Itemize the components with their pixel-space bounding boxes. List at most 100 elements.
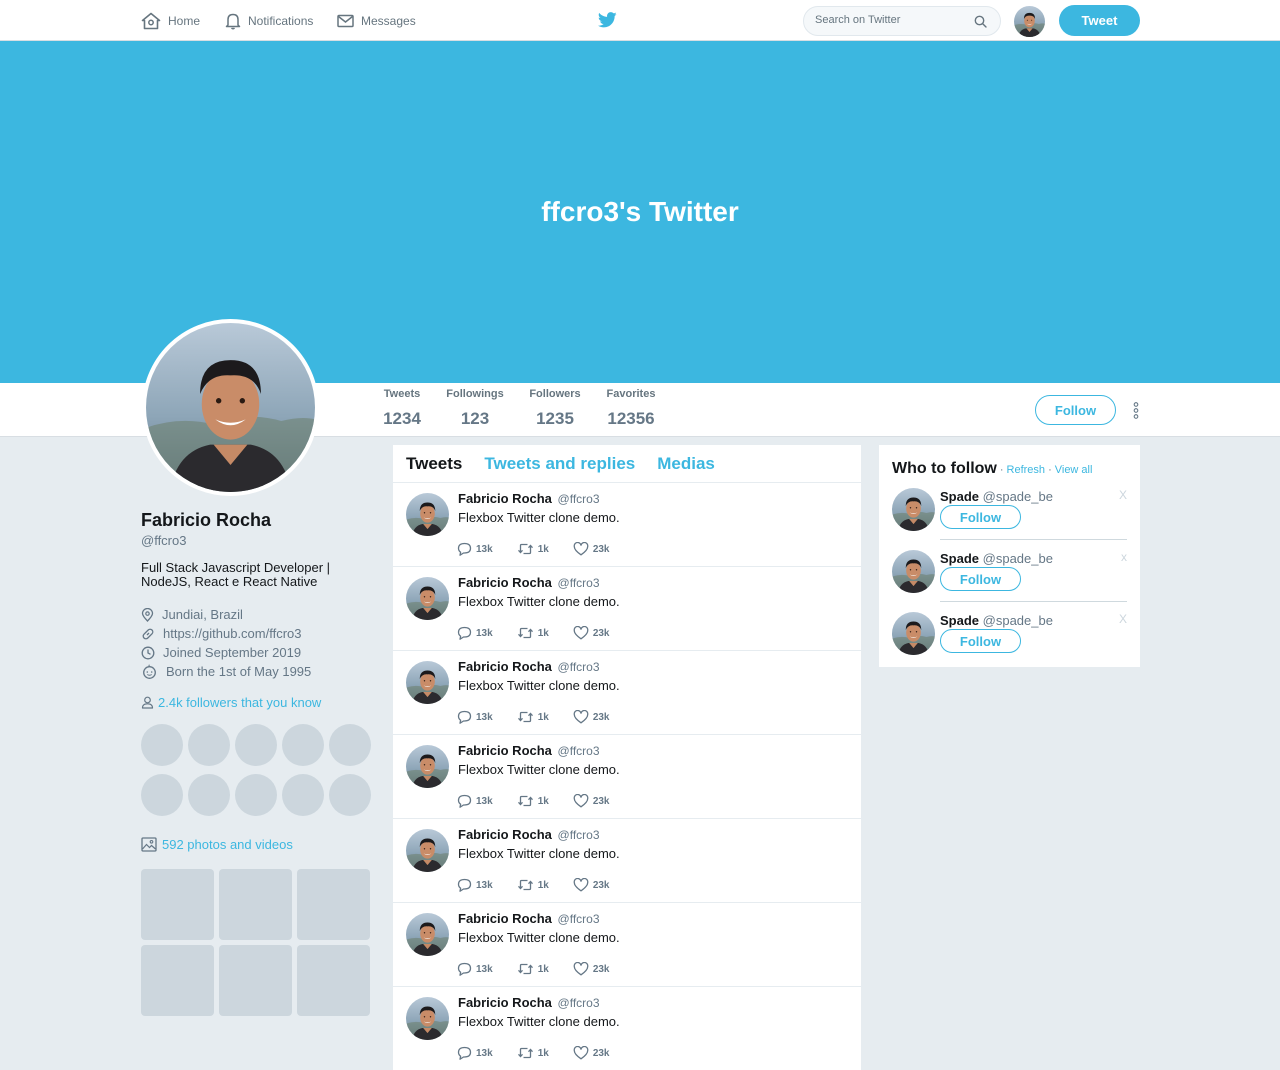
- tweet-item[interactable]: Fabricio Rocha @ffcro3 Flexbox Twitter cl…: [393, 987, 861, 1070]
- tweet-author-avatar[interactable]: [406, 577, 449, 620]
- tweet-item[interactable]: Fabricio Rocha @ffcro3 Flexbox Twitter cl…: [393, 651, 861, 735]
- follower-avatar[interactable]: [188, 724, 230, 766]
- like-action[interactable]: 23k: [573, 962, 610, 976]
- suggestion-avatar[interactable]: [892, 612, 935, 655]
- nav-notifications-link[interactable]: Notifications: [225, 0, 313, 41]
- suggestion-identity[interactable]: Spade @spade_be: [940, 613, 1053, 628]
- tweet-author-avatar[interactable]: [406, 997, 449, 1040]
- tweet-author-avatar[interactable]: [406, 829, 449, 872]
- tweet-author-name[interactable]: Fabricio Rocha: [458, 575, 552, 590]
- tab-tweets[interactable]: Tweets: [406, 454, 462, 474]
- stat-followers[interactable]: Followers 1235: [528, 388, 582, 429]
- nav-user-avatar[interactable]: [1014, 6, 1045, 37]
- tweet-author-handle[interactable]: @ffcro3: [558, 828, 600, 842]
- follow-profile-button[interactable]: Follow: [1035, 395, 1116, 425]
- retweet-action[interactable]: 1k: [517, 710, 549, 724]
- tweet-author-avatar[interactable]: [406, 493, 449, 536]
- tab-tweets-and-replies[interactable]: Tweets and replies: [484, 454, 635, 474]
- reply-action[interactable]: 13k: [457, 1046, 493, 1060]
- reply-action[interactable]: 13k: [457, 710, 493, 724]
- follower-avatar[interactable]: [235, 724, 277, 766]
- media-thumbnail[interactable]: [297, 945, 370, 1016]
- search-input[interactable]: [815, 14, 965, 26]
- tweet-item[interactable]: Fabricio Rocha @ffcro3 Flexbox Twitter cl…: [393, 483, 861, 567]
- refresh-link[interactable]: Refresh: [1007, 464, 1046, 476]
- suggestion-follow-button[interactable]: Follow: [940, 505, 1021, 529]
- retweet-action[interactable]: 1k: [517, 878, 549, 892]
- stat-tweets[interactable]: Tweets 1234: [382, 388, 422, 429]
- like-action[interactable]: 23k: [573, 1046, 610, 1060]
- like-action[interactable]: 23k: [573, 626, 610, 640]
- tweet-author-avatar[interactable]: [406, 661, 449, 704]
- more-options-icon[interactable]: [1133, 402, 1139, 419]
- like-action[interactable]: 23k: [573, 878, 610, 892]
- tweet-author-avatar[interactable]: [406, 913, 449, 956]
- tweet-author-handle[interactable]: @ffcro3: [558, 492, 600, 506]
- tweet-author-name[interactable]: Fabricio Rocha: [458, 743, 552, 758]
- tweet-author-name[interactable]: Fabricio Rocha: [458, 995, 552, 1010]
- reply-action[interactable]: 13k: [457, 878, 493, 892]
- twitter-bird-icon[interactable]: [598, 12, 617, 28]
- tweet-item[interactable]: Fabricio Rocha @ffcro3 Flexbox Twitter cl…: [393, 819, 861, 903]
- follower-avatar[interactable]: [282, 724, 324, 766]
- follower-avatar[interactable]: [235, 774, 277, 816]
- follower-avatar[interactable]: [329, 774, 371, 816]
- search-icon[interactable]: [974, 15, 987, 28]
- retweet-action[interactable]: 1k: [517, 1046, 549, 1060]
- suggestion-identity[interactable]: Spade @spade_be: [940, 551, 1053, 566]
- suggestion-follow-button[interactable]: Follow: [940, 629, 1021, 653]
- tweet-author-avatar[interactable]: [406, 745, 449, 788]
- reply-action[interactable]: 13k: [457, 542, 493, 556]
- dismiss-suggestion-button[interactable]: X: [1119, 612, 1127, 626]
- media-thumbnail[interactable]: [219, 945, 292, 1016]
- like-action[interactable]: 23k: [573, 710, 610, 724]
- tweet-author-handle[interactable]: @ffcro3: [558, 996, 600, 1010]
- followers-you-know-link[interactable]: 2.4k followers that you know: [141, 695, 371, 710]
- tab-medias[interactable]: Medias: [657, 454, 715, 474]
- suggestion-avatar[interactable]: [892, 488, 935, 531]
- tweet-item[interactable]: Fabricio Rocha @ffcro3 Flexbox Twitter cl…: [393, 567, 861, 651]
- dismiss-suggestion-button[interactable]: X: [1119, 488, 1127, 502]
- retweet-action[interactable]: 1k: [517, 542, 549, 556]
- compose-tweet-button[interactable]: Tweet: [1059, 5, 1140, 36]
- tweet-item[interactable]: Fabricio Rocha @ffcro3 Flexbox Twitter cl…: [393, 735, 861, 819]
- suggestion-identity[interactable]: Spade @spade_be: [940, 489, 1053, 504]
- tweet-author-name[interactable]: Fabricio Rocha: [458, 659, 552, 674]
- dismiss-suggestion-button[interactable]: x: [1121, 550, 1127, 564]
- nav-messages-link[interactable]: Messages: [337, 0, 416, 41]
- tweet-author-handle[interactable]: @ffcro3: [558, 660, 600, 674]
- stat-followings[interactable]: Followings 123: [446, 388, 504, 429]
- retweet-action[interactable]: 1k: [517, 794, 549, 808]
- stat-favorites[interactable]: Favorites 12356: [606, 388, 656, 429]
- follower-avatar[interactable]: [188, 774, 230, 816]
- like-action[interactable]: 23k: [573, 794, 610, 808]
- tweet-author-handle[interactable]: @ffcro3: [558, 744, 600, 758]
- tweet-author-name[interactable]: Fabricio Rocha: [458, 911, 552, 926]
- media-thumbnail[interactable]: [141, 869, 214, 940]
- follower-avatar[interactable]: [141, 724, 183, 766]
- profile-website[interactable]: https://github.com/ffcro3: [141, 624, 371, 643]
- view-all-link[interactable]: View all: [1055, 464, 1093, 476]
- like-action[interactable]: 23k: [573, 542, 610, 556]
- media-thumbnail[interactable]: [219, 869, 292, 940]
- tweet-author-handle[interactable]: @ffcro3: [558, 576, 600, 590]
- reply-action[interactable]: 13k: [457, 794, 493, 808]
- reply-action[interactable]: 13k: [457, 962, 493, 976]
- follower-avatar[interactable]: [141, 774, 183, 816]
- media-thumbnail[interactable]: [141, 945, 214, 1016]
- tweet-author-handle[interactable]: @ffcro3: [558, 912, 600, 926]
- tweet-author-name[interactable]: Fabricio Rocha: [458, 491, 552, 506]
- suggestion-follow-button[interactable]: Follow: [940, 567, 1021, 591]
- tweet-item[interactable]: Fabricio Rocha @ffcro3 Flexbox Twitter cl…: [393, 903, 861, 987]
- suggestion-avatar[interactable]: [892, 550, 935, 593]
- media-thumbnail[interactable]: [297, 869, 370, 940]
- follower-avatar[interactable]: [329, 724, 371, 766]
- profile-avatar[interactable]: [142, 319, 319, 496]
- photos-videos-link[interactable]: 592 photos and videos: [141, 837, 371, 852]
- retweet-action[interactable]: 1k: [517, 626, 549, 640]
- nav-home-link[interactable]: Home: [141, 0, 200, 41]
- retweet-action[interactable]: 1k: [517, 962, 549, 976]
- reply-action[interactable]: 13k: [457, 626, 493, 640]
- follower-avatar[interactable]: [282, 774, 324, 816]
- tweet-author-name[interactable]: Fabricio Rocha: [458, 827, 552, 842]
